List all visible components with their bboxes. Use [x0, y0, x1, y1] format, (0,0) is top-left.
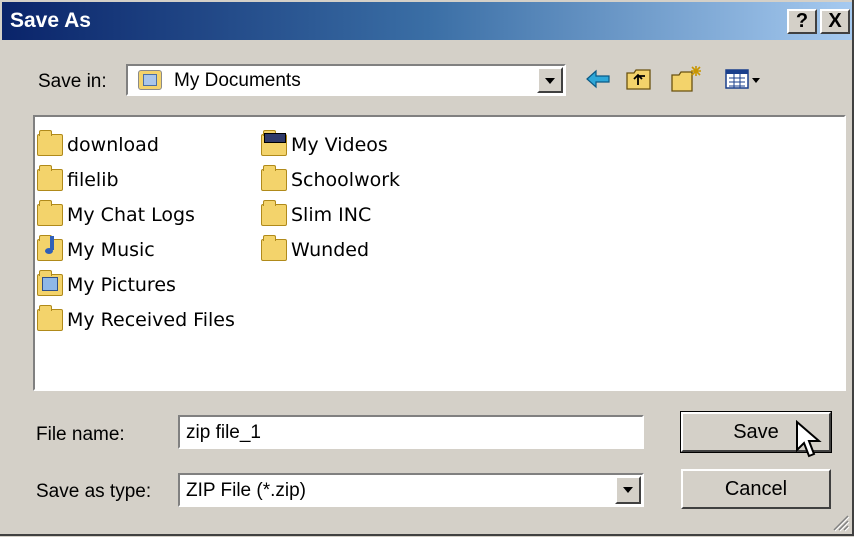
up-folder-icon[interactable]: [624, 64, 654, 94]
list-item-label: download: [67, 133, 159, 156]
list-item-label: Slim INC: [291, 203, 372, 226]
list-item[interactable]: My Chat Logs: [37, 197, 235, 232]
list-item[interactable]: filelib: [37, 162, 235, 197]
save-as-dialog: Save As ? X Save in: My Documents downlo…: [0, 0, 854, 536]
list-item[interactable]: My Received Files: [37, 302, 235, 337]
save-in-dropdown[interactable]: My Documents: [126, 64, 566, 96]
file-name-value: zip file_1: [186, 422, 261, 443]
file-name-label: File name:: [36, 424, 125, 445]
list-item-label: filelib: [67, 168, 119, 191]
file-list-column-1: download filelib My Chat Logs My Music M…: [37, 127, 235, 337]
list-item-label: My Received Files: [67, 308, 235, 331]
list-item[interactable]: My Videos: [261, 127, 400, 162]
folder-icon: [37, 129, 63, 156]
save-as-type-dropdown-button[interactable]: [615, 476, 641, 504]
music-folder-icon: [37, 234, 63, 261]
my-documents-icon: [138, 70, 162, 90]
list-item[interactable]: My Pictures: [37, 267, 235, 302]
list-item[interactable]: Schoolwork: [261, 162, 400, 197]
list-item[interactable]: Wunded: [261, 232, 400, 267]
folder-icon: [261, 234, 287, 261]
save-in-dropdown-button[interactable]: [537, 67, 563, 93]
save-as-type-dropdown[interactable]: ZIP File (*.zip): [178, 473, 644, 507]
list-item-label: My Pictures: [67, 273, 176, 296]
save-in-value: My Documents: [174, 70, 301, 91]
list-item-label: Wunded: [291, 238, 370, 261]
file-name-field[interactable]: zip file_1: [178, 415, 644, 449]
mouse-cursor-icon: [795, 419, 825, 462]
folder-icon: [261, 164, 287, 191]
list-item-label: My Videos: [291, 133, 388, 156]
videos-folder-icon: [261, 129, 287, 156]
resize-grip-icon[interactable]: [830, 512, 850, 532]
save-as-type-value: ZIP File (*.zip): [186, 480, 307, 501]
list-item-label: My Music: [67, 238, 155, 261]
list-item-label: My Chat Logs: [67, 203, 195, 226]
cancel-button-label: Cancel: [724, 478, 788, 500]
folder-icon: [261, 199, 287, 226]
list-item[interactable]: download: [37, 127, 235, 162]
list-item-label: Schoolwork: [291, 168, 401, 191]
new-folder-icon[interactable]: [670, 64, 704, 94]
window-title: Save As: [10, 9, 91, 32]
file-list-column-2: My Videos Schoolwork Slim INC Wunded: [261, 127, 400, 267]
folder-icon: [37, 199, 63, 226]
list-item[interactable]: My Music: [37, 232, 235, 267]
title-bar[interactable]: Save As ? X: [2, 2, 852, 40]
help-button[interactable]: ?: [787, 9, 817, 34]
pictures-folder-icon: [37, 269, 63, 296]
close-button[interactable]: X: [820, 9, 850, 34]
save-button-label: Save: [733, 421, 779, 443]
view-menu-icon[interactable]: [724, 64, 764, 94]
list-item[interactable]: Slim INC: [261, 197, 400, 232]
save-as-type-label: Save as type:: [36, 481, 152, 502]
folder-icon: [37, 164, 63, 191]
cancel-button[interactable]: Cancel: [681, 469, 831, 509]
folder-icon: [37, 304, 63, 331]
file-list[interactable]: download filelib My Chat Logs My Music M…: [33, 115, 846, 391]
back-arrow-icon[interactable]: [584, 64, 612, 94]
save-in-label: Save in:: [38, 71, 107, 92]
